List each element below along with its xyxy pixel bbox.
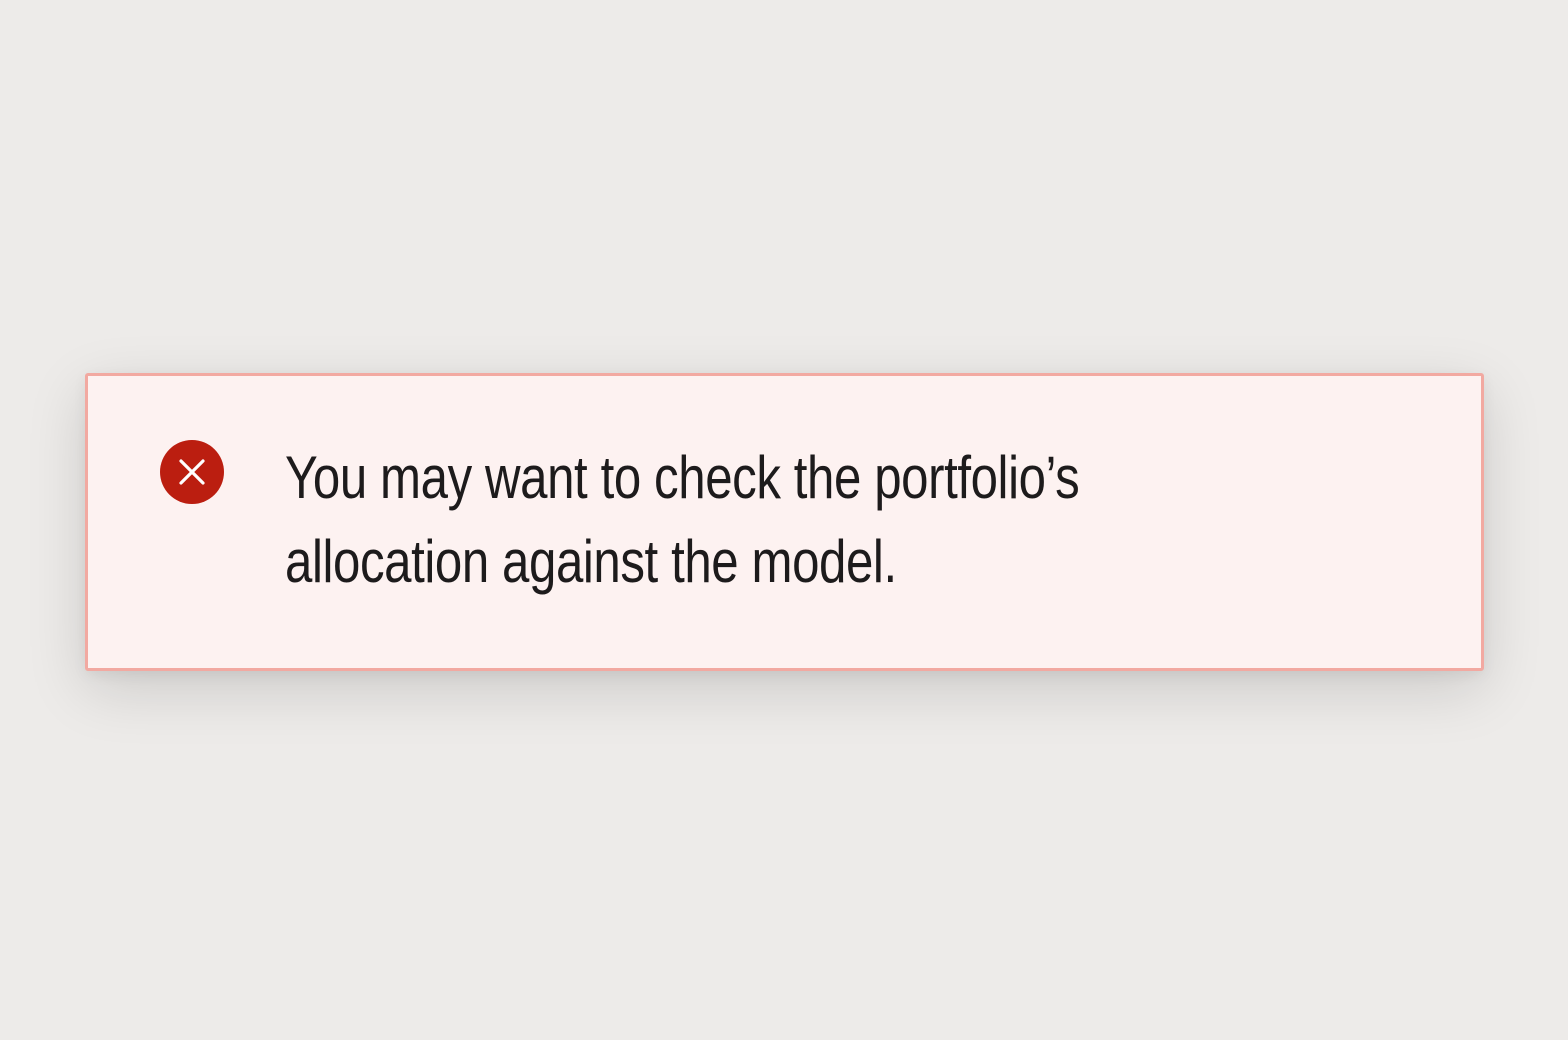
alert-message: You may want to check the portfolio’s al… (285, 436, 1080, 604)
error-circle-close-icon (160, 440, 224, 504)
error-alert: You may want to check the portfolio’s al… (85, 373, 1484, 671)
alert-message-line-2: allocation against the model. (285, 528, 897, 595)
alert-message-line-1: You may want to check the portfolio’s (285, 444, 1080, 511)
